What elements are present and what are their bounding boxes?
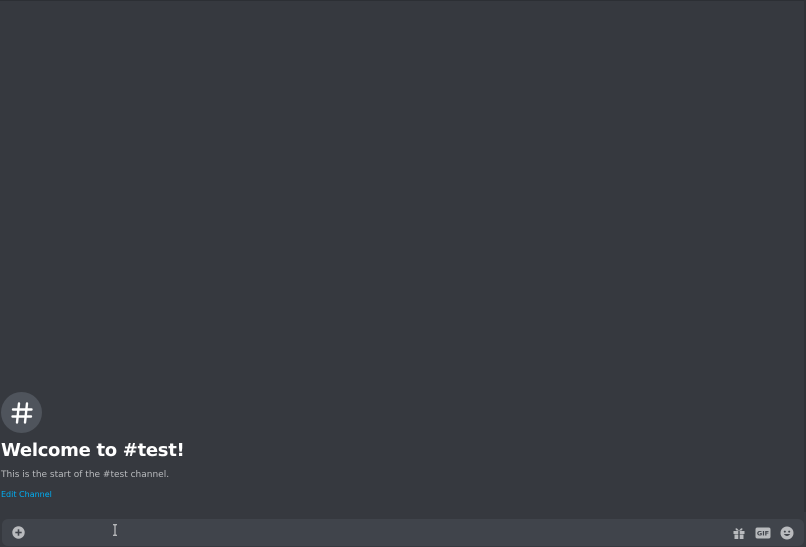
message-input[interactable] <box>36 523 716 542</box>
top-divider <box>0 0 806 1</box>
gift-button[interactable] <box>730 524 747 541</box>
gift-icon <box>733 527 744 539</box>
channel-hash-icon <box>1 392 42 433</box>
chat-area: Welcome to #test! This is the start of t… <box>0 0 806 547</box>
welcome-title: Welcome to #test! <box>1 440 185 461</box>
plus-circle-icon <box>12 526 25 539</box>
channel-welcome: Welcome to #test! This is the start of t… <box>1 392 185 501</box>
smiley-icon <box>780 526 793 539</box>
gif-icon: GIF <box>755 527 770 538</box>
message-composer: GIF <box>2 519 804 546</box>
gif-button[interactable]: GIF <box>754 524 771 541</box>
edit-channel-link[interactable]: Edit Channel <box>1 489 52 500</box>
welcome-subtitle: This is the start of the #test channel. <box>1 470 170 480</box>
text-cursor-icon <box>113 524 117 536</box>
attach-button[interactable] <box>10 524 27 541</box>
emoji-button[interactable] <box>778 524 795 541</box>
gif-label: GIF <box>756 529 768 537</box>
